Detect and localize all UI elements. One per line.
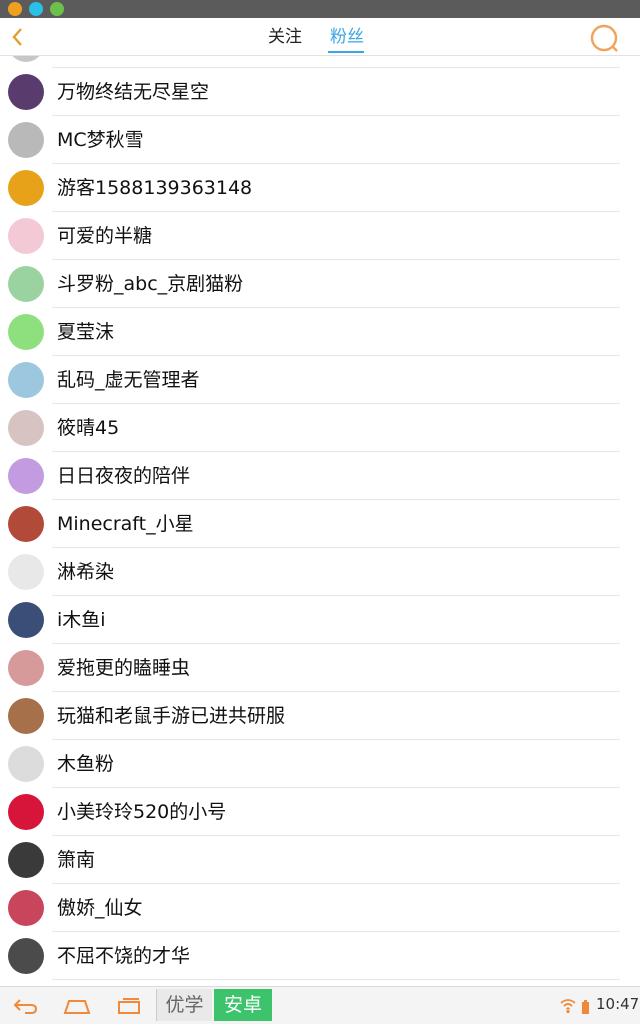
- list-item[interactable]: 可爱的半糖: [0, 212, 640, 260]
- list-item[interactable]: i木鱼i: [0, 596, 640, 644]
- chat-notification-icon: [29, 2, 43, 16]
- follower-name[interactable]: 玩猫和老鼠手游已进共研服: [57, 703, 285, 729]
- follower-name[interactable]: 傲娇_仙女: [57, 895, 143, 921]
- follower-name[interactable]: Minecraft_小星: [57, 511, 194, 537]
- avatar[interactable]: [8, 458, 44, 494]
- system-navbar: 优学 安卓 10:47: [0, 986, 640, 1024]
- avatar[interactable]: [8, 410, 44, 446]
- list-item[interactable]: 夏莹沫: [0, 308, 640, 356]
- wifi-battery-icon: [560, 999, 589, 1014]
- avatar[interactable]: [8, 746, 44, 782]
- list-item[interactable]: 万物终结无尽星空: [0, 68, 640, 116]
- list-item[interactable]: 乱码_虚无管理者: [0, 356, 640, 404]
- avatar[interactable]: [8, 314, 44, 350]
- list-item[interactable]: MC梦秋雪: [0, 116, 640, 164]
- avatar[interactable]: [8, 698, 44, 734]
- avatar: [8, 56, 44, 62]
- home-icon[interactable]: [62, 993, 92, 1019]
- avatar[interactable]: [8, 218, 44, 254]
- list-item-partial: [0, 56, 640, 68]
- list-item[interactable]: 箫南: [0, 836, 640, 884]
- status-bar: [0, 0, 640, 18]
- avatar[interactable]: [8, 74, 44, 110]
- follower-name[interactable]: 淋希染: [57, 559, 114, 585]
- list-item[interactable]: 玩猫和老鼠手游已进共研服: [0, 692, 640, 740]
- follower-name[interactable]: 不屈不饶的才华: [57, 943, 190, 969]
- tab-fans[interactable]: 粉丝: [330, 26, 364, 48]
- avatar[interactable]: [8, 362, 44, 398]
- follower-name[interactable]: 爱拖更的瞌睡虫: [57, 655, 190, 681]
- follower-name[interactable]: 箫南: [57, 847, 95, 873]
- avatar[interactable]: [8, 602, 44, 638]
- list-item[interactable]: 斗罗粉_abc_京剧猫粉: [0, 260, 640, 308]
- avatar[interactable]: [8, 650, 44, 686]
- uc-notification-icon: [8, 2, 22, 16]
- back-arrow-icon[interactable]: [10, 993, 40, 1019]
- recents-icon[interactable]: [114, 993, 144, 1019]
- follower-name[interactable]: MC梦秋雪: [57, 127, 144, 153]
- youxue-button[interactable]: 优学: [156, 989, 212, 1021]
- anzhuo-button[interactable]: 安卓: [214, 989, 272, 1021]
- search-icon[interactable]: [588, 22, 622, 56]
- follower-name[interactable]: 万物终结无尽星空: [57, 79, 209, 105]
- follower-name[interactable]: 筱晴45: [57, 415, 119, 441]
- list-item[interactable]: 游客1588139363148: [0, 164, 640, 212]
- tab-follow[interactable]: 关注: [268, 26, 302, 48]
- list-item[interactable]: 小美玲玲520的小号: [0, 788, 640, 836]
- avatar[interactable]: [8, 506, 44, 542]
- follower-name[interactable]: 乱码_虚无管理者: [57, 367, 200, 393]
- list-item[interactable]: 傲娇_仙女: [0, 884, 640, 932]
- avatar[interactable]: [8, 266, 44, 302]
- list-item[interactable]: 不屈不饶的才华: [0, 932, 640, 980]
- divider: [52, 979, 620, 980]
- follower-name[interactable]: 游客1588139363148: [57, 175, 252, 201]
- list-item[interactable]: 爱拖更的瞌睡虫: [0, 644, 640, 692]
- follower-name[interactable]: 夏莹沫: [57, 319, 114, 345]
- avatar[interactable]: [8, 938, 44, 974]
- avatar[interactable]: [8, 122, 44, 158]
- avatar[interactable]: [8, 842, 44, 878]
- leaf-notification-icon: [50, 2, 64, 16]
- avatar[interactable]: [8, 794, 44, 830]
- follower-name[interactable]: 木鱼粉: [57, 751, 114, 777]
- avatar[interactable]: [8, 554, 44, 590]
- chevron-left-icon[interactable]: [6, 24, 30, 50]
- list-item[interactable]: Minecraft_小星: [0, 500, 640, 548]
- follower-name[interactable]: 日日夜夜的陪伴: [57, 463, 190, 489]
- tab-active-indicator: [328, 51, 364, 53]
- top-header: 关注 粉丝: [0, 18, 640, 56]
- avatar[interactable]: [8, 890, 44, 926]
- list-item[interactable]: 日日夜夜的陪伴: [0, 452, 640, 500]
- avatar[interactable]: [8, 170, 44, 206]
- follower-name[interactable]: 斗罗粉_abc_京剧猫粉: [57, 271, 243, 297]
- clock: 10:47: [596, 995, 640, 1013]
- list-item[interactable]: 木鱼粉: [0, 740, 640, 788]
- follower-list[interactable]: 万物终结无尽星空 MC梦秋雪 游客1588139363148 可爱的半糖 斗罗粉…: [0, 56, 640, 986]
- follower-name[interactable]: i木鱼i: [57, 607, 106, 633]
- list-item[interactable]: 筱晴45: [0, 404, 640, 452]
- follower-name[interactable]: 可爱的半糖: [57, 223, 152, 249]
- list-item[interactable]: 淋希染: [0, 548, 640, 596]
- follower-name[interactable]: 小美玲玲520的小号: [57, 799, 226, 825]
